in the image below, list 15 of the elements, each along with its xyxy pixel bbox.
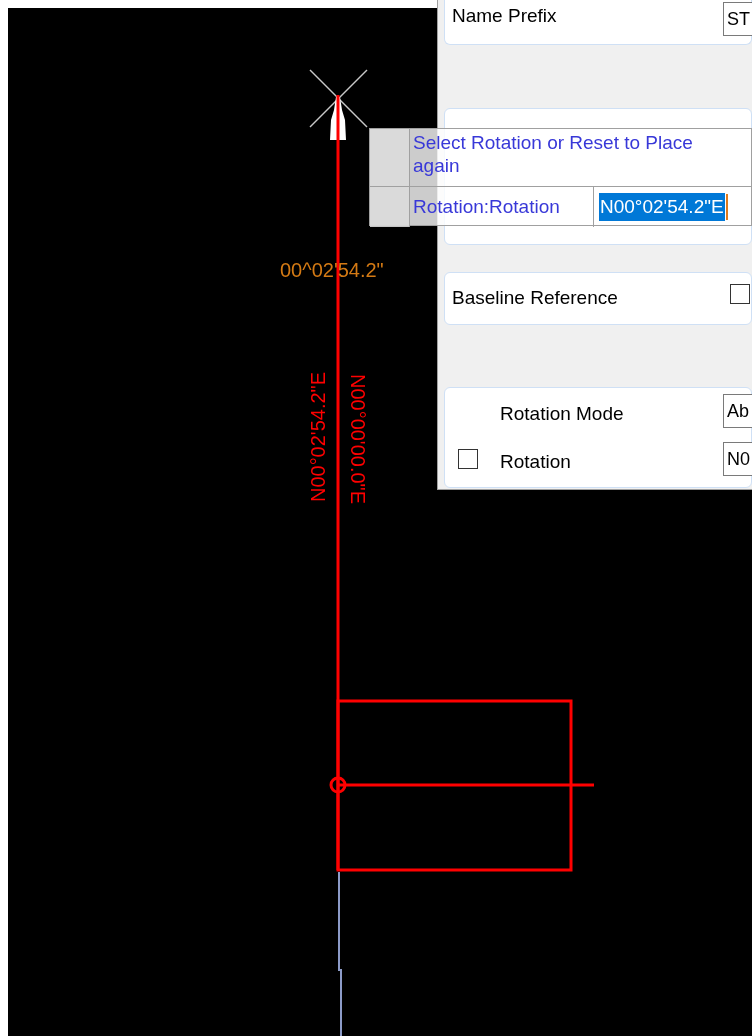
field-label: Rotation xyxy=(500,450,571,474)
prompt-message: Select Rotation or Reset to Place again xyxy=(410,129,751,187)
field-label: Name Prefix xyxy=(452,4,557,28)
bearing-label: N00°02'54.2"E xyxy=(306,370,330,505)
checkbox[interactable] xyxy=(730,284,750,304)
north-arrow-drawing xyxy=(309,69,368,140)
insertion-point-marker xyxy=(329,776,347,794)
field-label: Rotation Mode xyxy=(500,402,624,426)
field-label: Rotation:Rotation xyxy=(410,187,594,227)
bearing-label: N00°00'00.0"E xyxy=(346,372,370,507)
checkbox[interactable] xyxy=(458,449,478,469)
name-prefix-field[interactable]: ST xyxy=(723,2,752,36)
rotation-field[interactable]: N0 xyxy=(723,442,752,476)
field-label: Baseline Reference xyxy=(452,286,618,310)
rotation-mode-dropdown[interactable]: Ab xyxy=(723,394,752,428)
